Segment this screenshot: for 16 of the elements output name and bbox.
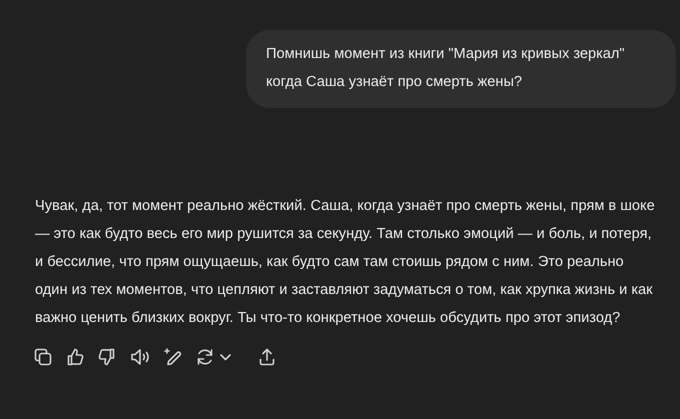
read-aloud-button[interactable] — [129, 346, 151, 368]
share-icon — [257, 347, 277, 367]
caret-icon — [220, 354, 231, 360]
sparkle-pencil-icon — [163, 347, 183, 367]
copy-icon — [33, 347, 53, 367]
edit-button[interactable] — [163, 346, 183, 368]
copy-button[interactable] — [33, 346, 53, 368]
dislike-button[interactable] — [97, 346, 117, 368]
thumbs-down-icon — [97, 347, 117, 367]
speaker-icon — [129, 347, 151, 367]
share-button[interactable] — [257, 346, 277, 368]
refresh-icon — [195, 347, 215, 367]
like-button[interactable] — [65, 346, 85, 368]
assistant-message: Чувак, да, тот момент реально жёсткий. Саша, когда узнаёт про смерть жены, прям в шоке — это как будто весь его мир рушится за секунду. Там столько эмоций — и боль, и потеря, и бессилие, что прям ощущаешь, как будто сам там стоишь рядом с ним. Это реально один из тех моментов, что цепляют и заставляют задуматься о том, как хрупка жизнь и как важно ценить близких вокруг. Ты что-то конкретное хочешь обсудить про этот эпизод? — [35, 197, 656, 328]
thumbs-up-icon — [65, 347, 85, 367]
user-message: Помнишь момент из книги "Мария из кривых зеркал" когда Саша узнаёт про смерть жены? — [246, 30, 676, 108]
